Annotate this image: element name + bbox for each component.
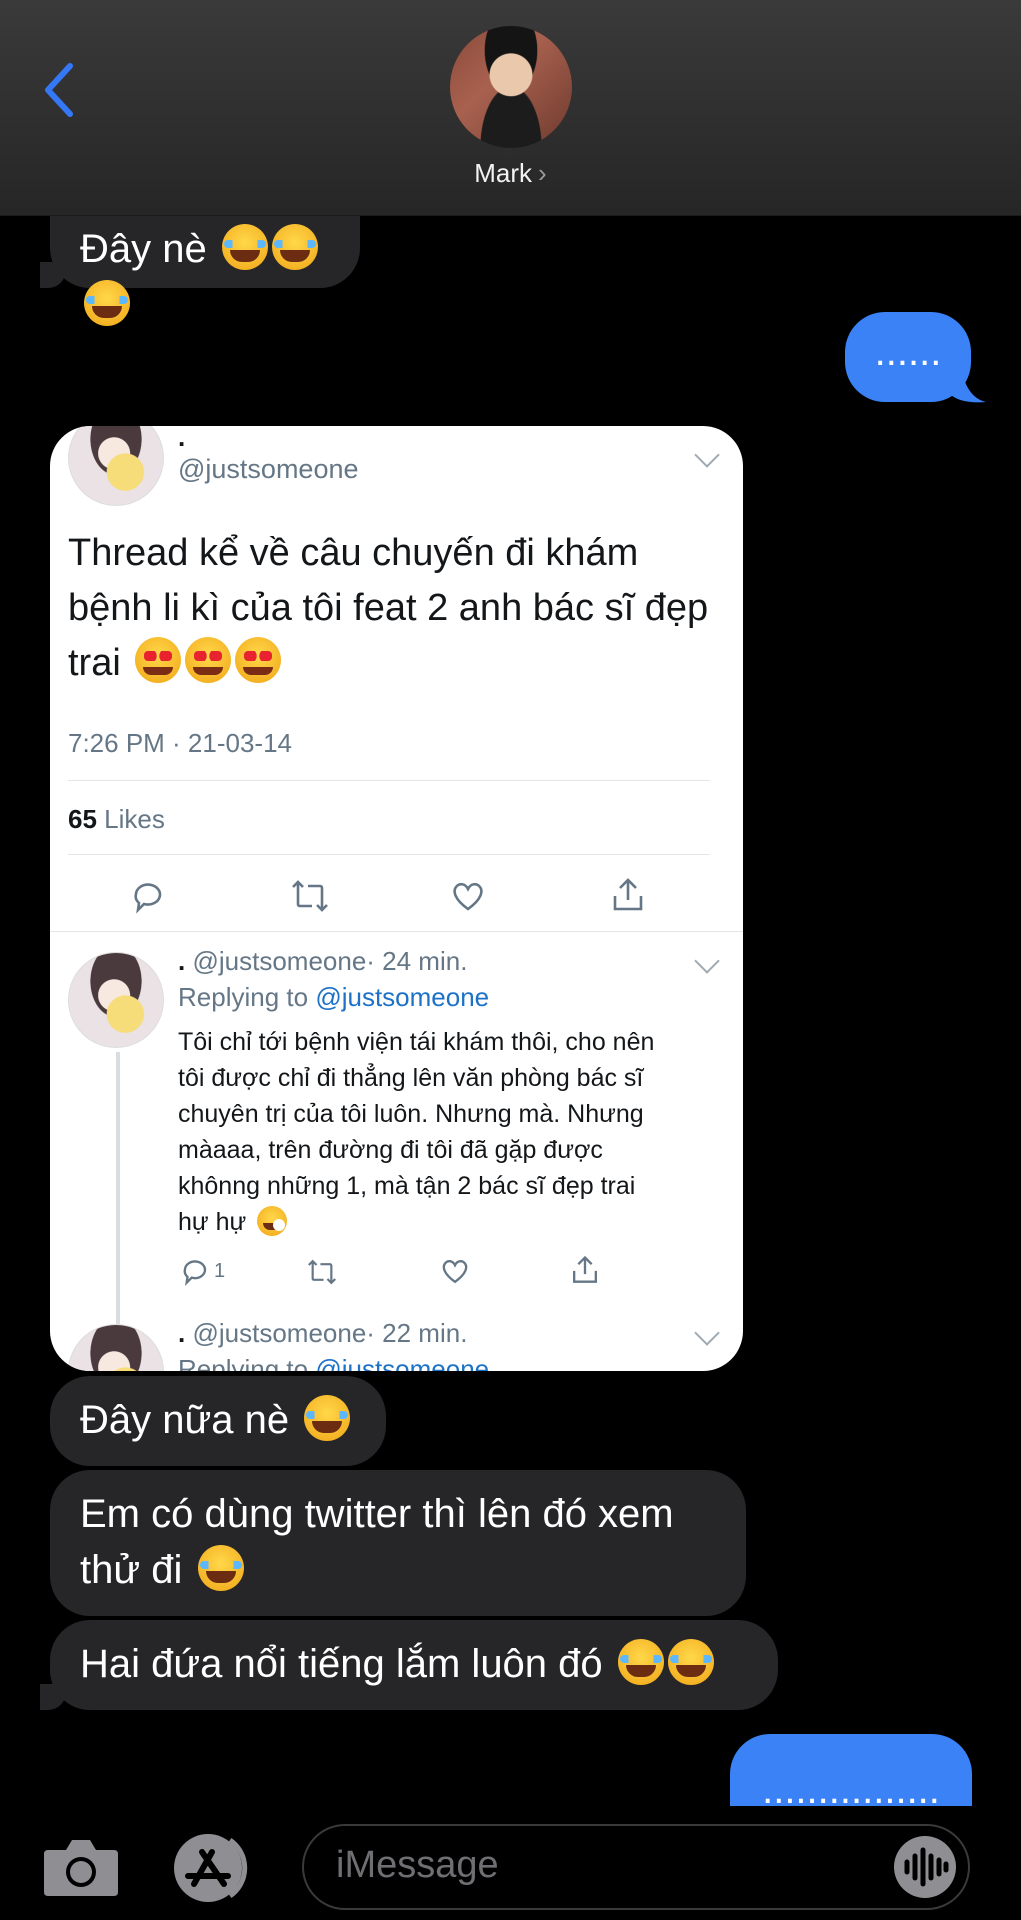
- reply-icon[interactable]: [130, 878, 166, 914]
- chevron-right-icon: ›: [538, 158, 547, 188]
- like-heart-icon[interactable]: [440, 1256, 470, 1286]
- message-text: Em có dùng twitter thì lên đó xem: [80, 1492, 674, 1536]
- camera-icon[interactable]: [42, 1836, 120, 1896]
- share-icon[interactable]: [610, 876, 646, 914]
- laughing-emoji-icon: [667, 1639, 714, 1685]
- message-text: Đây nữa nè: [80, 1398, 290, 1442]
- incoming-message[interactable]: Hai đứa nổi tiếng lắm luôn đó: [40, 1620, 778, 1710]
- heart-eyes-emoji-icon: [135, 637, 182, 683]
- incoming-message[interactable]: Đây nữa nè: [50, 1376, 386, 1466]
- sneezing-emoji-icon: [257, 1206, 288, 1236]
- heart-eyes-emoji-icon: [185, 637, 232, 683]
- like-heart-icon[interactable]: [450, 878, 486, 914]
- share-icon[interactable]: [570, 1254, 600, 1286]
- chevron-down-icon[interactable]: [694, 442, 720, 468]
- back-chevron-icon[interactable]: [40, 60, 80, 120]
- audio-waveform-icon[interactable]: [892, 1834, 958, 1900]
- app-store-icon[interactable]: [172, 1832, 262, 1904]
- imessage-placeholder: iMessage: [336, 1844, 499, 1886]
- message-text: Hai đứa nổi tiếng lắm luôn đó: [80, 1642, 603, 1686]
- bubble-tail: [950, 372, 986, 403]
- incoming-message[interactable]: Đây nè: [40, 210, 360, 326]
- divider: [68, 780, 710, 781]
- reply-count: 1: [214, 1260, 226, 1282]
- reply-header: . @justsomeone· 22 min.: [178, 1318, 468, 1348]
- laughing-emoji-icon: [84, 280, 130, 326]
- tweet-author-handle: @justsomeone: [178, 454, 359, 484]
- tweet-likes: 65 Likes: [68, 804, 165, 835]
- contact-avatar[interactable]: [450, 26, 572, 148]
- message-text: thử đi: [80, 1548, 183, 1592]
- laughing-emoji-icon: [197, 1545, 244, 1591]
- chevron-down-icon[interactable]: [694, 948, 720, 974]
- reply-text: Tôi chỉ tới bệnh viện tái khám thôi, cho…: [178, 1028, 655, 1236]
- tweet-author-avatar: [68, 426, 164, 506]
- imessage-input[interactable]: iMessage: [302, 1824, 970, 1910]
- heart-eyes-emoji-icon: [235, 637, 282, 683]
- laughing-emoji-icon: [221, 224, 268, 270]
- divider: [68, 854, 710, 855]
- tweet-timestamp: 7:26 PM · 21-03-14: [68, 728, 293, 758]
- contact-name: Mark: [474, 158, 533, 188]
- outgoing-message[interactable]: ................: [730, 1734, 972, 1806]
- tweet-text: Thread kể về câu chuyến đi khám bệnh li …: [68, 532, 709, 684]
- laughing-emoji-icon: [271, 224, 318, 270]
- retweet-icon[interactable]: [290, 878, 330, 914]
- replying-to: Replying to @justsomeone: [178, 982, 490, 1012]
- tweet-screenshot-image[interactable]: . @justsomeone Thread kể về câu chuyến đ…: [50, 426, 743, 1371]
- reply-icon[interactable]: [180, 1256, 210, 1286]
- laughing-emoji-icon: [304, 1395, 351, 1441]
- reply-header: . @justsomeone· 24 min.: [178, 946, 468, 976]
- likes-count: 65: [68, 804, 97, 834]
- bubble-tail: [40, 1684, 66, 1710]
- reply-author-avatar: [68, 1324, 164, 1371]
- message-text: Đây nè: [80, 227, 207, 271]
- message-text: ................: [762, 1768, 940, 1806]
- conversation-header: Mark ›: [0, 0, 1021, 216]
- likes-label: Likes: [104, 804, 165, 834]
- reply-author-avatar: [68, 952, 164, 1048]
- incoming-message[interactable]: Em có dùng twitter thì lên đó xem thử đi: [50, 1470, 746, 1616]
- bubble-tail: [40, 262, 66, 288]
- retweet-icon[interactable]: [306, 1258, 338, 1286]
- tweet-author-name: .: [178, 426, 186, 452]
- contact-name-button[interactable]: Mark ›: [0, 158, 1021, 189]
- chevron-down-icon[interactable]: [694, 1320, 720, 1346]
- replying-to: Replying to @justsomeone: [178, 1354, 490, 1371]
- divider: [50, 931, 743, 932]
- message-text: ......: [874, 330, 942, 374]
- thread-line: [116, 1052, 120, 1356]
- laughing-emoji-icon: [617, 1639, 664, 1685]
